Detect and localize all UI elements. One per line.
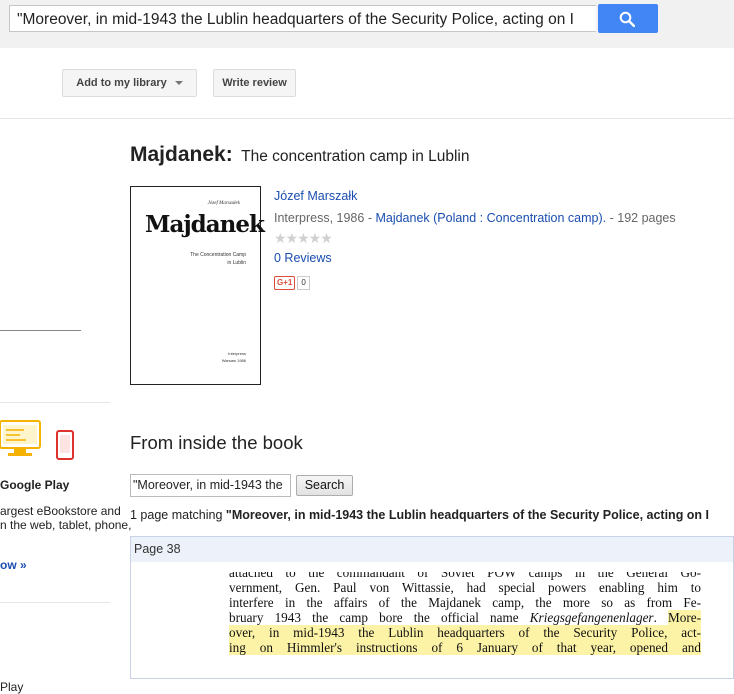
- snippet-highlight-line: over, in mid-1943 the Lublin headquarter…: [229, 625, 701, 640]
- book-title: Majdanek: The concentration camp in Lubl…: [130, 143, 470, 167]
- snippet-line: interfere in the affairs of the Majdanek…: [229, 595, 701, 610]
- result-page-label[interactable]: Page 38: [131, 537, 733, 562]
- snippet-italic-term: Kriegsgefangenenlager: [529, 610, 654, 625]
- matching-prefix: 1 page matching: [130, 508, 226, 522]
- book-cover[interactable]: Józef Marszałek Majdanek The Concentrati…: [130, 186, 265, 385]
- ebookstore-text-line1: argest eBookstore and: [0, 504, 121, 518]
- inside-search-button[interactable]: Search: [296, 475, 353, 496]
- write-review-button[interactable]: Write review: [213, 69, 296, 97]
- cover-subtitle-line1: The Concentration Camp: [190, 252, 246, 258]
- dropdown-caret-icon: [174, 81, 183, 86]
- inside-book-heading: From inside the book: [130, 432, 303, 453]
- shop-now-link[interactable]: ow »: [0, 558, 27, 572]
- snippet-line: bruary 1943 the camp bore the official n…: [229, 610, 701, 625]
- gplus-widget[interactable]: G+1 0: [274, 272, 310, 290]
- left-divider: [0, 330, 81, 331]
- cover-publisher-line1: Interpress: [228, 351, 246, 356]
- left-separator-bottom: [0, 602, 110, 603]
- book-title-main: Majdanek:: [130, 143, 233, 166]
- devices-icon: [0, 420, 41, 456]
- matching-summary: 1 page matching "Moreover, in mid-1943 t…: [130, 508, 709, 522]
- snippet-highlight-start: More-: [668, 610, 701, 625]
- rating-stars: ★★★★★: [274, 230, 333, 246]
- snippet-line: ing on Himmler's instructions of 6 Janua…: [229, 640, 701, 655]
- add-to-library-button[interactable]: Add to my library: [62, 69, 197, 97]
- top-search-bar: "Moreover, in mid-1943 the Lublin headqu…: [0, 0, 734, 48]
- ebookstore-text-line2: n the web, tablet, phone,: [0, 518, 132, 532]
- book-subtitle: The concentration camp in Lublin: [241, 148, 470, 165]
- snippet-line: vernment, Gen. Paul von Wittassie, had s…: [229, 580, 701, 595]
- cover-title: Majdanek: [145, 211, 265, 238]
- cover-publisher: Interpress Warsaw 1986: [186, 350, 246, 364]
- snippet-line-1: attached to the commandant of Soviet POW…: [229, 572, 701, 580]
- snippet-line-4: bruary 1943 the camp bore the official n…: [229, 610, 519, 625]
- search-result[interactable]: Page 38 attached to the commandant of So…: [130, 536, 734, 679]
- separator-text: -: [364, 211, 376, 225]
- top-search-input[interactable]: "Moreover, in mid-1943 the Lublin headqu…: [9, 5, 596, 32]
- snippet-line: attached to the commandant of Soviet POW…: [229, 572, 701, 580]
- snippet-highlight-end: ing on Himmler's instructions of 6 Janua…: [229, 640, 701, 655]
- cover-publisher-line2: Warsaw 1986: [221, 358, 246, 363]
- search-icon: [619, 11, 635, 27]
- publication-line: Interpress, 1986 - Majdanek (Poland : Co…: [274, 211, 676, 225]
- publisher-text: Interpress, 1986: [274, 211, 365, 225]
- play-text: Play: [0, 680, 24, 694]
- toolbar-divider: [0, 118, 734, 119]
- reviews-link[interactable]: 0 Reviews: [274, 251, 332, 265]
- search-button[interactable]: [598, 4, 658, 33]
- left-separator: [0, 402, 110, 403]
- page-count: - 192 pages: [606, 211, 676, 225]
- author-link[interactable]: Józef Marszałk: [274, 189, 357, 203]
- snippet-period: .: [653, 610, 669, 625]
- snippet-line: over, in mid-1943 the Lublin headquarter…: [229, 625, 701, 640]
- cover-subtitle-line2: in Lublin: [227, 260, 246, 266]
- phone-icon: [56, 430, 74, 460]
- gplus-icon: G+1: [274, 276, 296, 290]
- cover-author: Józef Marszałek: [207, 201, 240, 206]
- cover-subtitle: The Concentration Camp in Lublin: [166, 251, 246, 267]
- gplus-count: 0: [297, 276, 310, 290]
- google-play-heading: Google Play: [0, 478, 70, 492]
- add-to-library-label: Add to my library: [76, 77, 167, 89]
- subject-link[interactable]: Majdanek (Poland : Concentration camp).: [375, 211, 606, 225]
- page-snippet: attached to the commandant of Soviet POW…: [229, 572, 701, 655]
- inside-search-input[interactable]: "Moreover, in mid-1943 the: [130, 474, 291, 497]
- matching-query: "Moreover, in mid-1943 the Lublin headqu…: [225, 508, 710, 522]
